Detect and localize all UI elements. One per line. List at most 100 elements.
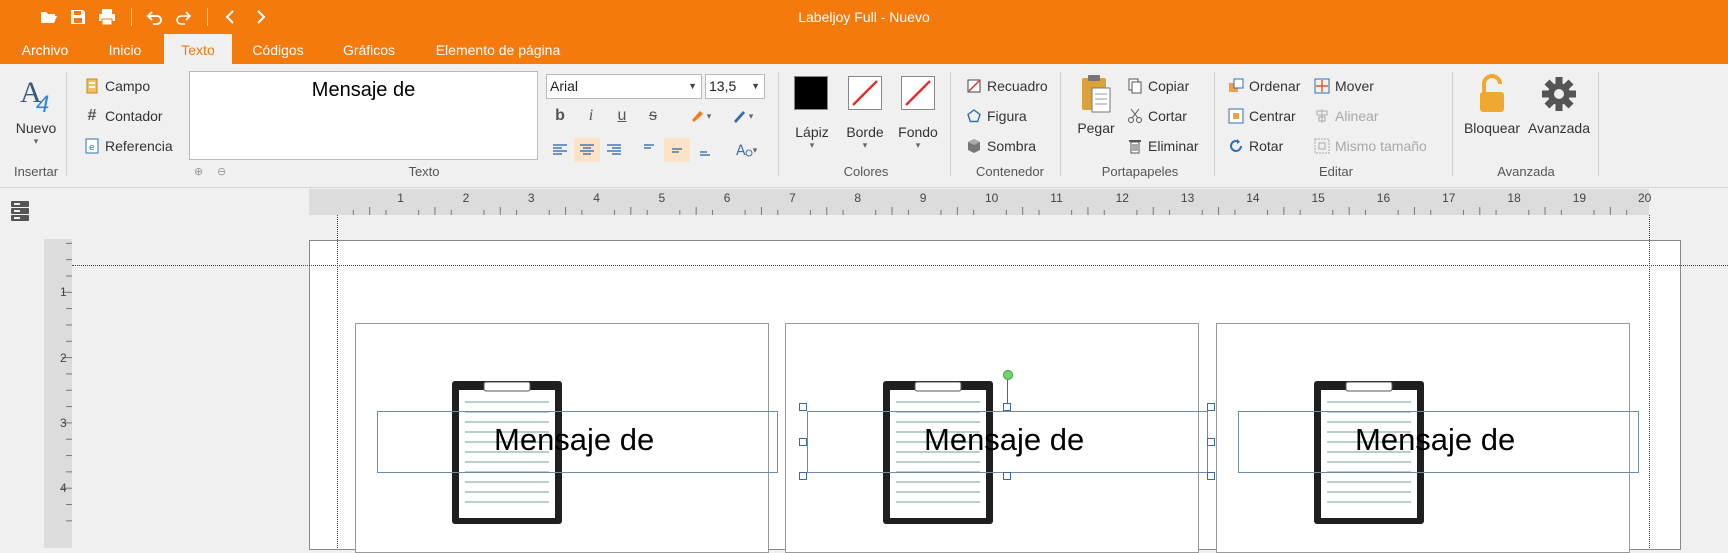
sombra-button[interactable]: Sombra xyxy=(966,138,1036,154)
text-effects-icon: A xyxy=(736,143,753,158)
ruler-number: 2 xyxy=(462,191,470,205)
resize-handle[interactable] xyxy=(1003,472,1011,480)
mover-button[interactable]: Mover xyxy=(1314,78,1374,94)
figura-label: Figura xyxy=(987,108,1027,124)
ruler-number: 4 xyxy=(593,191,600,205)
strikethrough-icon[interactable]: s xyxy=(640,104,666,128)
alinear-label: Alinear xyxy=(1335,108,1379,124)
bloquear-button[interactable]: Bloquear xyxy=(1460,72,1524,136)
align-left-icon[interactable] xyxy=(547,138,573,162)
align-center-icon[interactable] xyxy=(574,138,600,162)
rotar-button[interactable]: Rotar xyxy=(1228,138,1283,154)
tab-graficos[interactable]: Gráficos xyxy=(333,34,405,64)
arrange-icon xyxy=(1228,78,1244,94)
fondo-label: Fondo xyxy=(898,124,938,140)
ruler-number: 1 xyxy=(397,191,404,205)
chevron-down-icon: ▾ xyxy=(748,110,754,121)
chevron-down-icon: ▾ xyxy=(809,140,815,150)
label-text: Mensaje de xyxy=(1355,422,1516,457)
underline-icon[interactable]: u xyxy=(609,104,635,128)
svg-text:e: e xyxy=(89,143,95,153)
ordenar-button[interactable]: Ordenar xyxy=(1228,78,1300,94)
chevron-down-icon: ▾ xyxy=(706,110,712,121)
ruler-number: 1 xyxy=(60,285,67,300)
bold-icon[interactable]: b xyxy=(547,104,573,128)
tab-codigos[interactable]: Códigos xyxy=(244,34,312,64)
referencia-label: Referencia xyxy=(105,138,173,154)
contador-button[interactable]: # Contador xyxy=(84,107,163,124)
resize-handle[interactable] xyxy=(1207,403,1215,411)
eliminar-button[interactable]: Eliminar xyxy=(1127,138,1199,154)
chevron-down-icon: ▾ xyxy=(33,136,39,146)
figura-button[interactable]: Figura xyxy=(966,108,1027,124)
font-size-value: 13,5 xyxy=(709,78,737,94)
copy-icon xyxy=(1127,78,1143,94)
align-top-icon[interactable] xyxy=(636,138,662,162)
fondo-color-swatch[interactable] xyxy=(901,76,935,110)
centrar-button[interactable]: Centrar xyxy=(1228,108,1296,124)
sidebar-toggle-icon[interactable] xyxy=(8,199,32,223)
borde-button[interactable]: Borde ▾ xyxy=(842,124,888,151)
ruler-number: 5 xyxy=(658,191,666,205)
tab-archivo[interactable]: Archivo xyxy=(8,34,82,64)
resize-handle[interactable] xyxy=(1003,403,1011,411)
fondo-button[interactable]: Fondo ▾ xyxy=(894,124,942,151)
font-color-button[interactable]: ▾ xyxy=(722,104,762,128)
rotation-handle[interactable] xyxy=(1003,370,1013,380)
group-label-colores: Colores xyxy=(843,164,889,179)
no-color-icon xyxy=(905,80,931,106)
lapiz-label: Lápiz xyxy=(795,124,829,140)
tab-elemento-de-pagina[interactable]: Elemento de página xyxy=(424,34,572,64)
resize-handle[interactable] xyxy=(799,403,807,411)
ruler-number: 6 xyxy=(723,191,731,205)
align-bottom-icon[interactable] xyxy=(692,138,718,162)
hash-icon: # xyxy=(87,107,97,124)
reference-icon: e xyxy=(84,138,100,154)
unlock-icon xyxy=(1460,72,1524,120)
mismo-tamano-button[interactable]: Mismo tamaño xyxy=(1314,138,1427,154)
nuevo-button[interactable]: A4 Nuevo ▾ xyxy=(8,72,64,147)
group-label-editar: Editar xyxy=(1319,164,1353,179)
font-size-select[interactable]: 13,5 ▼ xyxy=(705,74,765,99)
trash-icon xyxy=(1127,138,1143,154)
campo-button[interactable]: Campo xyxy=(84,78,150,94)
text-editor-value: Mensaje de xyxy=(311,79,416,101)
lapiz-button[interactable]: Lápiz ▾ xyxy=(790,124,834,151)
resize-handle[interactable] xyxy=(1207,472,1215,480)
tab-texto[interactable]: Texto xyxy=(164,34,232,64)
highlight-color-button[interactable]: ▾ xyxy=(680,104,720,128)
font-select[interactable]: Arial ▼ xyxy=(546,74,702,99)
text-effects-button[interactable]: A ▾ xyxy=(728,138,764,162)
bloquear-label: Bloquear xyxy=(1463,120,1521,136)
gear-icon xyxy=(1526,72,1592,120)
rotar-label: Rotar xyxy=(1249,138,1284,154)
centrar-label: Centrar xyxy=(1249,108,1296,124)
contador-label: Contador xyxy=(105,108,163,124)
align-right-icon[interactable] xyxy=(601,138,627,162)
ruler-number: 16 xyxy=(1376,191,1391,205)
tab-inicio[interactable]: Inicio xyxy=(96,34,154,64)
alinear-button[interactable]: Alinear xyxy=(1314,108,1379,124)
cortar-label: Cortar xyxy=(1148,108,1187,124)
avanzada-button[interactable]: Avanzada xyxy=(1526,72,1592,136)
ruler-number: 3 xyxy=(60,415,67,430)
chevron-down-icon: ▼ xyxy=(751,81,760,91)
align-middle-icon[interactable] xyxy=(664,138,690,162)
resize-handle[interactable] xyxy=(799,438,807,446)
italic-icon[interactable]: i xyxy=(578,104,604,128)
highlighter-icon xyxy=(691,111,703,122)
margin-guide xyxy=(1649,215,1650,548)
borde-color-swatch[interactable] xyxy=(848,76,882,110)
referencia-button[interactable]: e Referencia xyxy=(84,138,173,154)
lapiz-color-swatch[interactable] xyxy=(794,76,828,110)
sombra-label: Sombra xyxy=(987,138,1037,154)
recuadro-button[interactable]: Recuadro xyxy=(966,78,1048,94)
scissors-icon xyxy=(1127,108,1143,124)
pegar-button[interactable]: Pegar xyxy=(1072,72,1120,136)
resize-handle[interactable] xyxy=(799,472,807,480)
cortar-button[interactable]: Cortar xyxy=(1127,108,1187,124)
copiar-button[interactable]: Copiar xyxy=(1127,78,1189,94)
ordenar-label: Ordenar xyxy=(1249,78,1301,94)
resize-handle[interactable] xyxy=(1207,438,1215,446)
text-editor[interactable]: Mensaje de xyxy=(189,71,538,160)
